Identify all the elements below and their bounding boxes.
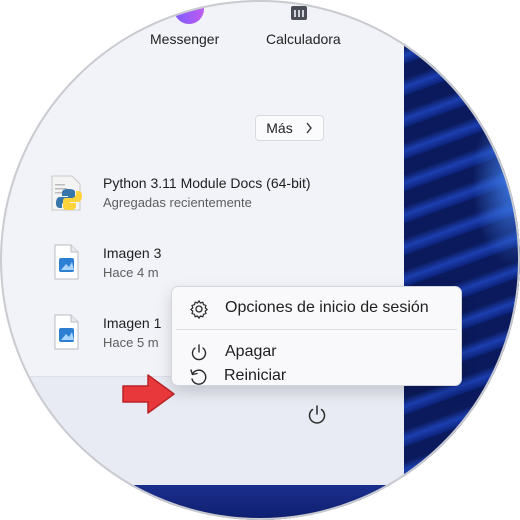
chevron-right-icon (306, 122, 312, 134)
menu-separator (176, 329, 457, 330)
desktop-wallpaper (404, 0, 520, 520)
menu-item-label: Apagar (225, 343, 277, 360)
recommended-item-title: Python 3.11 Module Docs (64-bit) (103, 175, 311, 191)
recommended-item-subtitle: Hace 5 m (103, 335, 159, 350)
menu-item-restart[interactable]: Reiniciar (171, 361, 460, 393)
pinned-app-calculator[interactable]: Calculadora (255, 0, 365, 50)
recommended-item-imagen-3[interactable]: Imagen 3 Hace 4 m (48, 242, 378, 290)
power-icon (191, 344, 207, 361)
pinned-app-label: Calculadora (266, 31, 341, 47)
more-button-label: Más (266, 120, 293, 136)
more-button[interactable]: Más (255, 115, 324, 141)
annotation-arrow-icon (122, 374, 175, 414)
menu-item-sign-in-options[interactable]: Opciones de inicio de sesión (172, 293, 461, 325)
pinned-app-label: Messenger (150, 31, 220, 47)
start-menu: Messenger Calculadora Más Python 3.11 Mo… (0, 0, 404, 485)
image-file-icon (54, 314, 79, 350)
screenshot-viewport: Messenger Calculadora Más Python 3.11 Mo… (0, 0, 520, 520)
menu-item-label: Reiniciar (224, 367, 287, 384)
recommended-item-title: Imagen 3 (103, 245, 162, 261)
gear-icon (190, 300, 208, 319)
pinned-app-messenger[interactable]: Messenger (140, 0, 234, 50)
python-docs-icon (51, 175, 82, 211)
recommended-item-python-docs[interactable]: Python 3.11 Module Docs (64-bit) Agregad… (48, 172, 378, 220)
menu-item-label: Opciones de inicio de sesión (225, 299, 429, 316)
calculator-icon (291, 6, 307, 20)
image-file-icon (54, 244, 79, 280)
desktop-wallpaper-bottom (0, 484, 520, 520)
recommended-item-subtitle: Agregadas recientemente (103, 195, 252, 210)
power-icon[interactable] (305, 403, 329, 427)
recommended-item-title: Imagen 1 (103, 315, 162, 331)
messenger-icon (174, 0, 204, 24)
recommended-item-subtitle: Hace 4 m (103, 265, 159, 280)
restart-icon (190, 369, 207, 385)
